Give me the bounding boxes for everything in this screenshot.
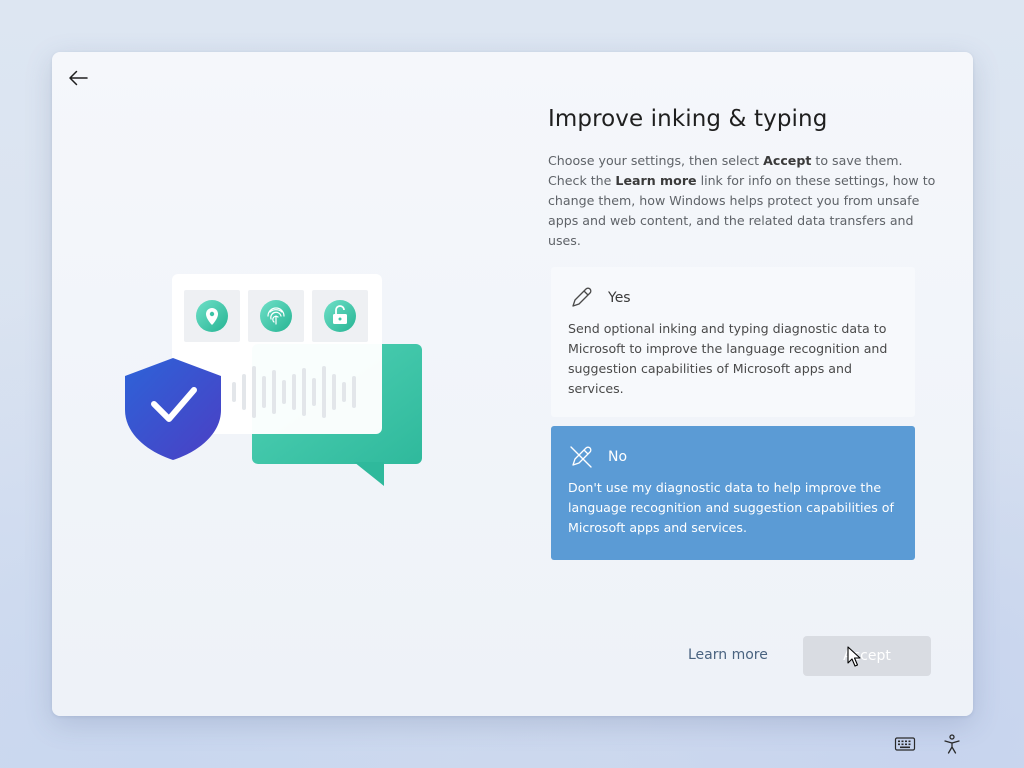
page-description: Choose your settings, then select Accept…: [548, 153, 936, 248]
shield-check-icon: [125, 358, 221, 460]
option-yes-description: Send optional inking and typing diagnost…: [568, 321, 888, 396]
option-no-description: Don't use my diagnostic data to help imp…: [568, 480, 894, 535]
accessibility-icon[interactable]: [941, 733, 963, 755]
setup-panel: Improve inking & typing Choose your sett…: [52, 52, 973, 716]
page-title: Improve inking & typing: [548, 106, 828, 132]
option-yes[interactable]: Yes Send optional inking and typing diag…: [551, 267, 915, 417]
option-yes-label: Yes: [608, 290, 631, 306]
keyboard-icon[interactable]: [894, 735, 916, 753]
pen-off-icon: [568, 444, 594, 470]
location-icon: [196, 300, 228, 332]
back-button[interactable]: [64, 64, 92, 92]
fingerprint-icon: [260, 300, 292, 332]
arrow-left-icon: [69, 70, 88, 86]
pen-icon: [568, 285, 594, 311]
option-no-label: No: [608, 449, 628, 465]
lock-icon: [324, 300, 356, 332]
learn-more-link[interactable]: Learn more: [688, 647, 768, 663]
privacy-illustration: [125, 274, 422, 486]
accept-button[interactable]: Accept: [803, 636, 931, 676]
option-no[interactable]: No Don't use my diagnostic data to help …: [551, 426, 915, 560]
